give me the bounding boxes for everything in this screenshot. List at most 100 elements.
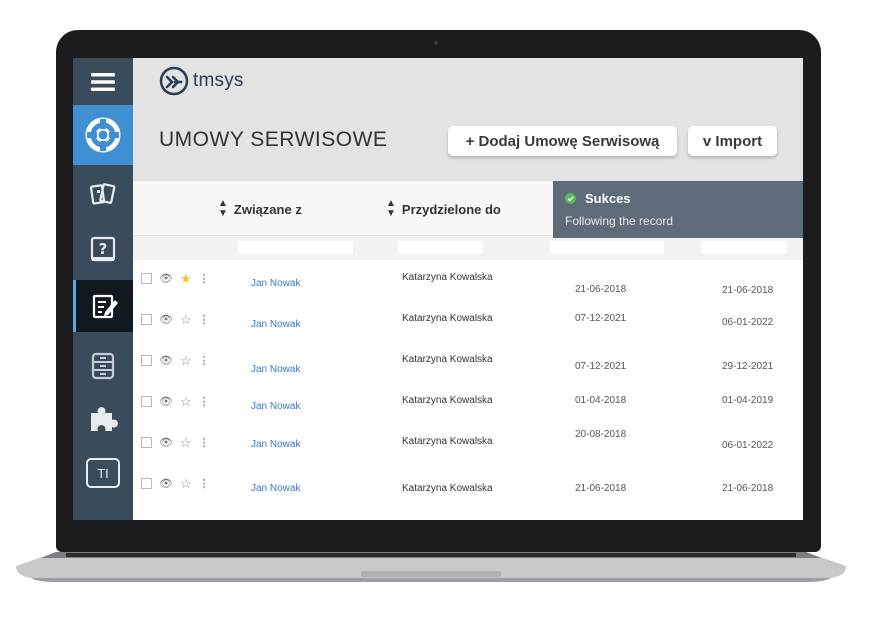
filter-date2-input[interactable]	[701, 241, 787, 254]
table-row[interactable]: 👁 ★ ⋮ Jan Nowak Katarzyna Kowalska 21-06-2018…	[133, 260, 803, 301]
logo-text: tmsys	[193, 70, 244, 91]
eye-icon[interactable]: 👁	[159, 272, 173, 285]
kebab-menu-icon[interactable]: ⋮	[199, 436, 210, 449]
toast-title: Sukces	[585, 191, 631, 206]
column-assigned-label: Przydzielone do	[401, 201, 501, 217]
contract-edit-icon	[92, 294, 118, 319]
related-link[interactable]: Jan Nowak	[251, 278, 300, 289]
eye-icon[interactable]: 👁	[159, 313, 173, 326]
filter-bar	[133, 236, 803, 260]
laptop-base	[16, 552, 846, 582]
related-link[interactable]: Jan Nowak	[251, 364, 300, 375]
table-row[interactable]: 👁 ☆ ⋮ Jan Nowak Katarzyna Kowalska 20-08-2018…	[133, 424, 803, 465]
row-actions: 👁 ★ ⋮	[141, 272, 210, 285]
eye-icon[interactable]: 👁	[159, 477, 173, 490]
row-checkbox[interactable]	[141, 355, 152, 366]
sidebar-item-addons[interactable]	[73, 392, 133, 444]
app-logo[interactable]: tmsys	[159, 66, 244, 96]
table-row[interactable]: 👁 ☆ ⋮ Jan Nowak Katarzyna Kowalska 07-12-2021…	[133, 301, 803, 342]
toast-header: Sukces	[565, 191, 631, 206]
column-related-label: Związane z	[233, 201, 302, 217]
toast-message: Following the record	[565, 214, 674, 228]
sort-icon: ▲ ▼	[386, 198, 396, 219]
sidebar-item-ti[interactable]: TI	[73, 450, 133, 496]
main-content: tmsys UMOWY SERWISOWE + Dodaj Umowę Serw…	[133, 58, 803, 520]
sidebar-item-support[interactable]	[73, 105, 133, 165]
star-icon[interactable]: ★	[180, 272, 192, 285]
puzzle-icon	[91, 407, 118, 431]
start-date: 21-06-2018	[575, 284, 627, 295]
eye-icon[interactable]: 👁	[159, 395, 173, 408]
kebab-menu-icon[interactable]: ⋮	[199, 354, 210, 367]
hamburger-menu-icon	[91, 72, 115, 91]
star-icon[interactable]: ☆	[180, 395, 192, 408]
eye-icon[interactable]: 👁	[159, 354, 173, 367]
screen: ? TI tmsys UMOWY SERWISOWE + Dodaj Umowę…	[73, 58, 803, 520]
sidebar-item-menu[interactable]	[73, 58, 133, 105]
end-date: 06-01-2022	[722, 440, 774, 451]
row-checkbox[interactable]	[141, 273, 152, 284]
row-actions: 👁 ☆ ⋮	[141, 313, 210, 326]
lifebuoy-icon	[85, 117, 121, 153]
sidebar-item-archive[interactable]	[73, 340, 133, 392]
tmsys-logo-icon	[159, 66, 189, 96]
star-icon[interactable]: ☆	[180, 313, 192, 326]
start-date: 01-04-2018	[575, 395, 627, 406]
kebab-menu-icon[interactable]: ⋮	[199, 477, 210, 490]
sort-icon: ▲ ▼	[218, 198, 228, 219]
archive-cabinet-icon	[91, 352, 115, 380]
kebab-menu-icon[interactable]: ⋮	[199, 272, 210, 285]
related-link[interactable]: Jan Nowak	[251, 483, 300, 494]
sidebar-item-help[interactable]: ?	[73, 224, 133, 276]
end-date: 29-12-2021	[722, 361, 774, 372]
table-row[interactable]: 👁 ☆ ⋮ Jan Nowak Katarzyna Kowalska 01-04-2018…	[133, 383, 803, 424]
row-checkbox[interactable]	[141, 437, 152, 448]
import-button[interactable]: v Import	[688, 126, 777, 156]
eye-icon[interactable]: 👁	[159, 436, 173, 449]
star-icon[interactable]: ☆	[180, 477, 192, 490]
filter-related-input[interactable]	[238, 241, 353, 254]
row-actions: 👁 ☆ ⋮	[141, 436, 210, 449]
table-row[interactable]: 👁 ☆ ⋮ Jan Nowak Katarzyna Kowalska 07-12-2021…	[133, 342, 803, 383]
tickets-icon	[89, 183, 116, 205]
svg-text:?: ?	[99, 240, 108, 258]
end-date: 06-01-2022	[722, 317, 774, 328]
row-checkbox[interactable]	[141, 314, 152, 325]
add-contract-button[interactable]: + Dodaj Umowę Serwisową	[448, 126, 677, 156]
row-actions: 👁 ☆ ⋮	[141, 354, 210, 367]
kebab-menu-icon[interactable]: ⋮	[199, 395, 210, 408]
column-assigned[interactable]: ▲ ▼ Przydzielone do	[386, 199, 501, 219]
row-checkbox[interactable]	[141, 478, 152, 489]
star-icon[interactable]: ☆	[180, 436, 192, 449]
end-date: 21-06-2018	[722, 285, 774, 296]
assigned-user: Katarzyna Kowalska	[402, 354, 493, 365]
related-link[interactable]: Jan Nowak	[251, 401, 300, 412]
row-actions: 👁 ☆ ⋮	[141, 395, 210, 408]
filter-assigned-input[interactable]	[398, 241, 483, 254]
sidebar-item-tickets[interactable]	[73, 168, 133, 220]
assigned-user: Katarzyna Kowalska	[402, 483, 493, 494]
ti-badge-label: TI	[97, 465, 109, 481]
end-date: 01-04-2019	[722, 395, 774, 406]
start-date: 21-06-2018	[575, 483, 627, 494]
kebab-menu-icon[interactable]: ⋮	[199, 313, 210, 326]
check-circle-icon	[565, 193, 576, 204]
column-related[interactable]: ▲ ▼ Związane z	[218, 199, 302, 219]
assigned-user: Katarzyna Kowalska	[402, 272, 493, 283]
sidebar: ? TI	[73, 58, 133, 520]
row-checkbox[interactable]	[141, 396, 152, 407]
start-date: 07-12-2021	[575, 313, 627, 324]
row-actions: 👁 ☆ ⋮	[141, 477, 210, 490]
table-row[interactable]: 👁 ☆ ⋮ Jan Nowak Katarzyna Kowalska 21-06-2018…	[133, 465, 803, 506]
sidebar-item-contracts[interactable]	[73, 280, 133, 332]
help-book-icon: ?	[90, 236, 116, 262]
assigned-user: Katarzyna Kowalska	[402, 313, 493, 324]
related-link[interactable]: Jan Nowak	[251, 439, 300, 450]
page-title: UMOWY SERWISOWE	[159, 128, 388, 151]
start-date: 07-12-2021	[575, 361, 627, 372]
assigned-user: Katarzyna Kowalska	[402, 395, 493, 406]
related-link[interactable]: Jan Nowak	[251, 319, 300, 330]
star-icon[interactable]: ☆	[180, 354, 192, 367]
end-date: 21-06-2018	[722, 483, 774, 494]
filter-date1-input[interactable]	[550, 241, 664, 254]
